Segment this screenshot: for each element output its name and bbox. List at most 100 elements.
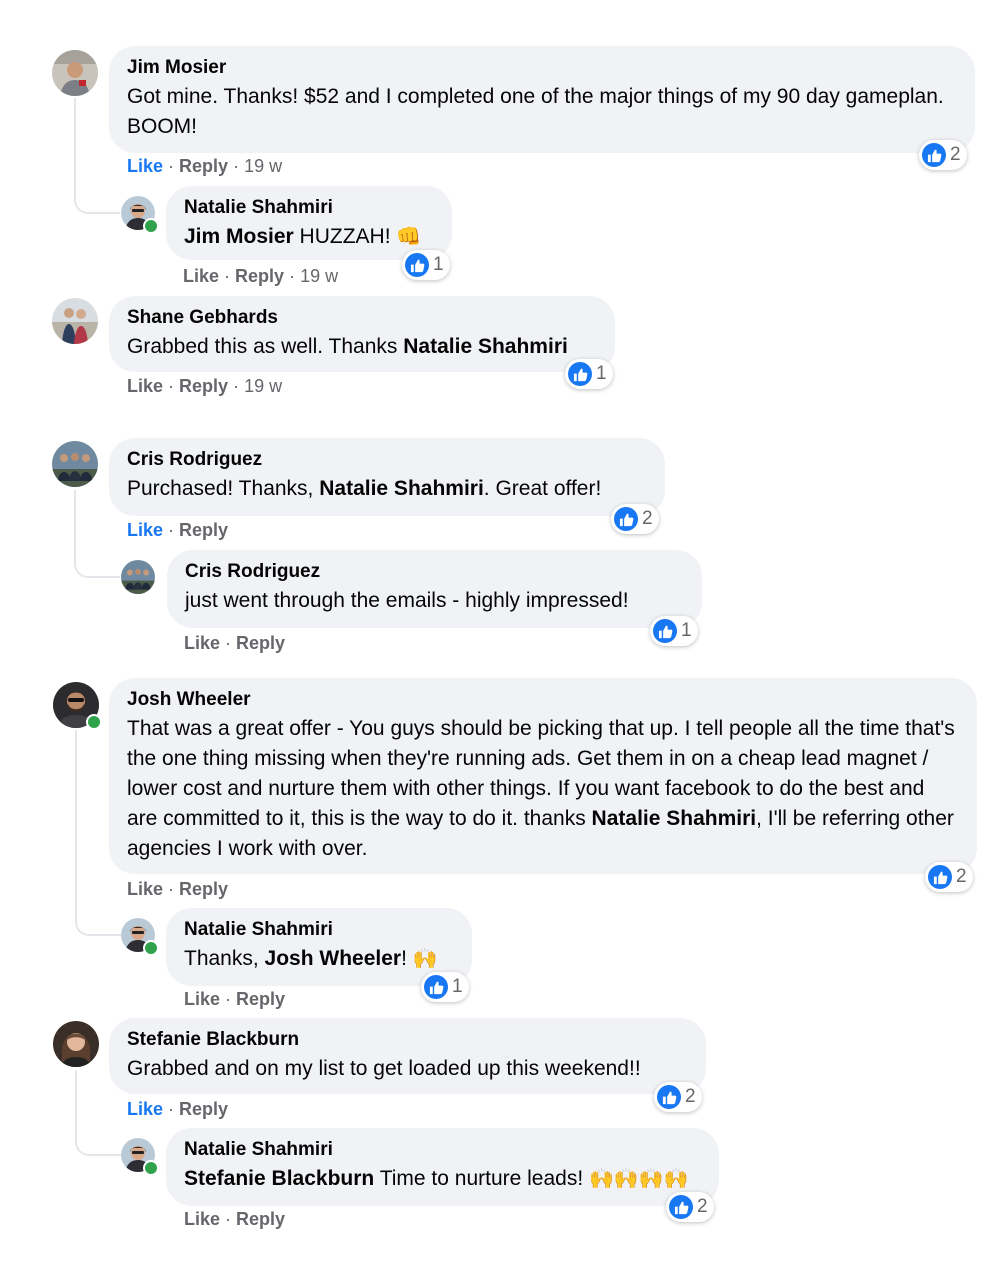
comment-author[interactable]: Natalie Shahmiri: [184, 196, 434, 220]
avatar[interactable]: [52, 441, 98, 487]
comment-text: Jim Mosier HUZZAH! 👊: [184, 225, 422, 248]
comment-actions: Like · Reply · 19 w: [127, 376, 283, 396]
comment-author[interactable]: Natalie Shahmiri: [184, 918, 454, 942]
avatar-stefanie-image: [53, 1021, 99, 1067]
mention-link[interactable]: Stefanie Blackburn: [184, 1167, 374, 1190]
comment-author[interactable]: Jim Mosier: [127, 56, 957, 80]
like-reaction-icon: [614, 507, 638, 531]
mention-link[interactable]: Natalie Shahmiri: [403, 335, 568, 358]
comment-text: Grabbed this as well. Thanks Natalie Sha…: [127, 335, 568, 358]
comment-actions: Like · Reply · 19 w: [127, 156, 283, 176]
mention-link[interactable]: Natalie Shahmiri: [592, 807, 757, 830]
comment-author[interactable]: Cris Rodriguez: [127, 448, 647, 472]
comment-text: Grabbed and on my list to get loaded up …: [127, 1057, 641, 1080]
fist-emoji-icon: 👊: [396, 226, 422, 248]
comment-text: just went through the emails - highly im…: [185, 589, 629, 612]
comment-author[interactable]: Stefanie Blackburn: [127, 1028, 688, 1052]
comment-bubble: Stefanie Blackburn Grabbed and on my lis…: [109, 1018, 706, 1094]
reply-button[interactable]: Reply: [236, 633, 285, 653]
reaction-count[interactable]: 2: [654, 1082, 702, 1112]
mention-link[interactable]: Natalie Shahmiri: [319, 477, 484, 500]
like-reaction-icon: [928, 865, 952, 889]
online-indicator: [86, 714, 102, 730]
comment-actions: Like · Reply · 19 w: [183, 266, 339, 286]
like-reaction-icon: [657, 1085, 681, 1109]
like-button[interactable]: Like: [184, 989, 220, 1009]
like-reaction-icon: [922, 143, 946, 167]
like-reaction-icon: [405, 253, 429, 277]
reaction-count[interactable]: 2: [666, 1192, 714, 1222]
reply-button[interactable]: Reply: [179, 156, 228, 176]
online-indicator: [143, 1160, 159, 1176]
comment-actions: Like · Reply: [184, 1209, 286, 1229]
online-indicator: [143, 218, 159, 234]
reply-button[interactable]: Reply: [179, 520, 228, 540]
reply-bubble: Cris Rodriguez just went through the ema…: [167, 550, 702, 628]
reaction-count[interactable]: 1: [421, 972, 469, 1002]
avatar-shane-image: [52, 298, 98, 344]
like-reaction-icon: [653, 619, 677, 643]
raised-hands-emoji-icon: 🙌: [638, 1168, 664, 1190]
mention-link[interactable]: Josh Wheeler: [265, 947, 402, 970]
reply-button[interactable]: Reply: [236, 1209, 285, 1229]
mention-link[interactable]: Jim Mosier: [184, 225, 294, 248]
like-reaction-icon: [568, 362, 592, 386]
comment-text: Got mine. Thanks! $52 and I completed on…: [127, 85, 944, 138]
avatar[interactable]: [52, 50, 98, 96]
comment-text: Thanks, Josh Wheeler! 🙌: [184, 947, 438, 970]
avatar-cris-image: [52, 441, 98, 487]
comment-author[interactable]: Josh Wheeler: [127, 688, 959, 712]
like-button[interactable]: Like: [183, 266, 219, 286]
comment-actions: Like · Reply: [184, 989, 286, 1009]
reply-button[interactable]: Reply: [179, 879, 228, 899]
reply-button[interactable]: Reply: [236, 989, 285, 1009]
timestamp[interactable]: 19 w: [244, 156, 282, 176]
like-button[interactable]: Like: [127, 1099, 163, 1119]
comment-author[interactable]: Natalie Shahmiri: [184, 1138, 701, 1162]
comment-text: That was a great offer - You guys should…: [127, 717, 955, 860]
avatar[interactable]: [52, 298, 98, 344]
avatar[interactable]: [53, 1021, 99, 1067]
like-button[interactable]: Like: [127, 879, 163, 899]
comment-actions: Like · Reply: [127, 879, 229, 899]
comment-text: Purchased! Thanks, Natalie Shahmiri. Gre…: [127, 477, 602, 500]
comment-bubble: Josh Wheeler That was a great offer - Yo…: [109, 678, 977, 874]
like-button[interactable]: Like: [184, 633, 220, 653]
reply-button[interactable]: Reply: [179, 1099, 228, 1119]
reaction-count[interactable]: 1: [402, 250, 450, 280]
raised-hands-emoji-icon: 🙌: [412, 948, 438, 970]
online-indicator: [143, 940, 159, 956]
like-button[interactable]: Like: [127, 376, 163, 396]
like-button[interactable]: Like: [127, 156, 163, 176]
raised-hands-emoji-icon: 🙌: [589, 1168, 614, 1190]
reaction-count[interactable]: 1: [650, 616, 698, 646]
timestamp[interactable]: 19 w: [300, 266, 338, 286]
raised-hands-emoji-icon: 🙌: [663, 1168, 689, 1190]
avatar-cris-image: [121, 560, 155, 594]
like-button[interactable]: Like: [127, 520, 163, 540]
reaction-count[interactable]: 2: [611, 504, 659, 534]
reaction-count[interactable]: 2: [925, 862, 973, 892]
comment-actions: Like · Reply: [127, 1099, 229, 1119]
like-reaction-icon: [669, 1195, 693, 1219]
raised-hands-emoji-icon: 🙌: [613, 1168, 639, 1190]
comment-author[interactable]: Cris Rodriguez: [185, 560, 684, 584]
reply-bubble: Natalie Shahmiri Stefanie Blackburn Time…: [166, 1128, 719, 1206]
reaction-count[interactable]: 1: [565, 359, 613, 389]
reaction-count[interactable]: 2: [919, 140, 967, 170]
comment-bubble: Cris Rodriguez Purchased! Thanks, Natali…: [109, 438, 665, 516]
comment-bubble: Jim Mosier Got mine. Thanks! $52 and I c…: [109, 46, 975, 153]
like-button[interactable]: Like: [184, 1209, 220, 1229]
timestamp[interactable]: 19 w: [244, 376, 282, 396]
reply-button[interactable]: Reply: [179, 376, 228, 396]
comment-actions: Like · Reply: [127, 520, 229, 540]
comment-author[interactable]: Shane Gebhards: [127, 306, 597, 330]
comment-bubble: Shane Gebhards Grabbed this as well. Tha…: [109, 296, 615, 372]
reply-button[interactable]: Reply: [235, 266, 284, 286]
avatar[interactable]: [121, 560, 155, 594]
reply-bubble: Natalie Shahmiri Jim Mosier HUZZAH! 👊: [166, 186, 452, 260]
like-reaction-icon: [424, 975, 448, 999]
avatar-jim-image: [52, 50, 98, 96]
comment-actions: Like · Reply: [184, 633, 286, 653]
comment-text: Stefanie Blackburn Time to nurture leads…: [184, 1167, 689, 1190]
